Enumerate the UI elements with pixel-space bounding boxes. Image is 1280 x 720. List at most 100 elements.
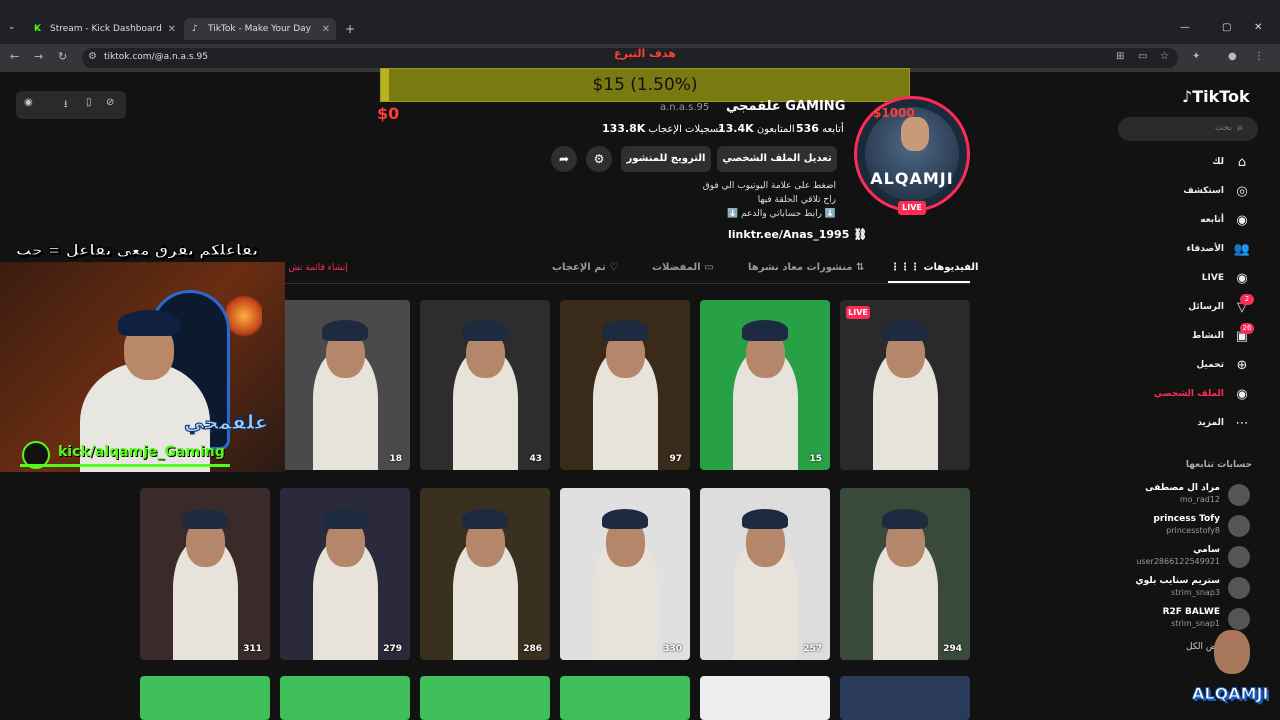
- download-icon[interactable]: ⭳: [64, 97, 68, 114]
- more-icon: ⋯: [1235, 416, 1249, 431]
- profile-link[interactable]: linktr.ee/Anas_1995 ⛓: [728, 228, 867, 241]
- close-window-icon[interactable]: ✕: [1254, 22, 1262, 33]
- bookmark-star-icon[interactable]: ☆: [1160, 51, 1169, 62]
- edit-profile-button[interactable]: تعديل الملف الشخصي: [717, 146, 837, 172]
- following-account[interactable]: مراد ال مصطفى mo_rad12: [1100, 482, 1254, 510]
- stat-label: المتابعون: [756, 124, 795, 135]
- sidebar-item-3[interactable]: الأصدقاء 👥: [1120, 239, 1256, 263]
- new-tab-button[interactable]: +: [345, 22, 355, 36]
- account-handle: strim_snap3: [1171, 588, 1220, 597]
- video-thumbnail[interactable]: [700, 676, 830, 720]
- create-playlist-button[interactable]: + إنشاء قائمة تش: [278, 263, 348, 273]
- video-thumbnail[interactable]: 15: [700, 300, 830, 470]
- video-thumbnail[interactable]: 257: [700, 488, 830, 660]
- profile-icon[interactable]: ●: [1228, 51, 1237, 62]
- translate-icon[interactable]: ⊞: [1116, 51, 1124, 62]
- following-account[interactable]: princess Tofy princesstofy8: [1100, 513, 1254, 541]
- brand-watermark: ALQAMJI: [1190, 630, 1270, 714]
- video-thumbnail[interactable]: 330: [560, 488, 690, 660]
- video-thumbnail[interactable]: 18: [280, 300, 410, 470]
- back-icon[interactable]: ←: [10, 50, 19, 63]
- sidebar-item-1[interactable]: استكشف ◎: [1120, 181, 1256, 205]
- sidebar-item-8[interactable]: الملف الشخصي ◉: [1120, 384, 1256, 408]
- video-thumbnail[interactable]: [560, 676, 690, 720]
- video-thumbnail[interactable]: 311: [140, 488, 270, 660]
- tab-videos[interactable]: ⋮⋮⋮ الفيديوهات: [890, 262, 978, 273]
- sidebar-item-2[interactable]: أتابعه ◉: [1120, 210, 1256, 234]
- close-tab-icon[interactable]: ✕: [322, 24, 330, 35]
- video-thumbnail[interactable]: LIVE: [840, 300, 970, 470]
- active-tab-underline: [888, 281, 970, 283]
- tab-favorites[interactable]: المفضلات ▭: [652, 262, 714, 273]
- settings-icon[interactable]: ⚙: [586, 146, 612, 172]
- extension-toolbar: ◉ ⭳ ▯ ⊘: [16, 91, 126, 119]
- forward-icon[interactable]: →: [34, 50, 43, 63]
- minimize-icon[interactable]: —: [1180, 22, 1190, 33]
- sidebar-item-label: تحميل: [1196, 360, 1224, 370]
- sidebar-item-5[interactable]: الرسائل ▽ 2: [1120, 294, 1256, 321]
- video-thumbnail[interactable]: [840, 676, 970, 720]
- close-tab-icon[interactable]: ✕: [168, 24, 176, 35]
- sidebar-item-4[interactable]: LIVE ◉: [1120, 268, 1256, 292]
- browser-tab-kick[interactable]: K Stream - Kick Dashboard ✕: [26, 18, 182, 40]
- sidebar-item-label: النشاط: [1191, 331, 1224, 341]
- profile-username: a.n.a.s.95: [660, 102, 710, 113]
- video-thumbnail[interactable]: 43: [420, 300, 550, 470]
- stat-following[interactable]: 536 أتابعه: [796, 122, 844, 135]
- sidebar-item-7[interactable]: تحميل ⊕: [1120, 355, 1256, 379]
- avatar-live-badge: LIVE: [898, 201, 926, 215]
- donation-goal-target: $1000: [873, 106, 915, 120]
- home-icon: ⌂: [1237, 155, 1247, 170]
- browser-tab-tiktok[interactable]: ♪ TikTok - Make Your Day ✕: [184, 18, 336, 40]
- tiktok-favicon-icon: ♪: [192, 24, 198, 34]
- live-icon: ◉: [1236, 271, 1248, 286]
- view-count: 257: [803, 644, 822, 654]
- thumbnail-cap: [881, 508, 929, 530]
- extensions-icon[interactable]: ✦: [1192, 51, 1200, 62]
- compass-icon[interactable]: ⊘: [106, 97, 114, 108]
- tab-reposts[interactable]: منشورات معاد نشرها ⇅: [748, 262, 864, 273]
- logo-text: TikTok: [1192, 87, 1250, 106]
- cast-icon[interactable]: ▭: [1138, 51, 1147, 62]
- sidebar-item-0[interactable]: لك ⌂: [1120, 152, 1256, 176]
- notification-badge: 26: [1240, 323, 1254, 334]
- tiktok-logo[interactable]: ♪TikTok: [1182, 87, 1250, 106]
- browser-menu-icon[interactable]: ⋮: [1254, 51, 1264, 62]
- thumbnail-cap: [741, 508, 789, 530]
- stat-followers[interactable]: 13.4K المتابعون: [718, 122, 795, 135]
- donation-goal-bar: $15 (1.50%): [380, 68, 910, 102]
- mobile-icon[interactable]: ▯: [86, 97, 92, 108]
- thumbnail-cap: [461, 320, 509, 341]
- video-thumbnail[interactable]: [420, 676, 550, 720]
- extension-logo-icon[interactable]: ◉: [24, 97, 33, 108]
- stat-label: أتابعه: [822, 124, 844, 135]
- tab-search-icon[interactable]: ⌄: [8, 22, 16, 32]
- video-thumbnail[interactable]: 279: [280, 488, 410, 660]
- share-icon[interactable]: ➦: [551, 146, 577, 172]
- tiktok-logo-icon: ♪: [1182, 87, 1193, 106]
- tab-liked[interactable]: تم الإعجاب ♡: [552, 262, 618, 273]
- streamer-webcam: علقمجي: [0, 262, 285, 472]
- video-thumbnail[interactable]: 294: [840, 488, 970, 660]
- sidebar-item-6[interactable]: النشاط ▣ 26: [1120, 323, 1256, 350]
- kick-underline: [20, 464, 230, 467]
- search-icon[interactable]: ⌕: [1237, 121, 1243, 135]
- reload-icon[interactable]: ↻: [58, 50, 67, 63]
- video-thumbnail[interactable]: 286: [420, 488, 550, 660]
- donation-goal-amount: $15 (1.50%): [592, 75, 698, 95]
- promote-post-button[interactable]: الترويج للمنشور: [621, 146, 711, 172]
- following-account[interactable]: ستريم سنايب بلوي strim_snap3: [1100, 575, 1254, 603]
- account-handle: princesstofy8: [1166, 526, 1220, 535]
- tabs-divider: [280, 283, 970, 284]
- video-thumbnail[interactable]: [280, 676, 410, 720]
- video-thumbnail[interactable]: [140, 676, 270, 720]
- maximize-icon[interactable]: ▢: [1222, 22, 1231, 33]
- link-icon: ⛓: [853, 228, 868, 241]
- tab-title: Stream - Kick Dashboard: [50, 24, 162, 34]
- sidebar-item-9[interactable]: المزيد ⋯: [1120, 413, 1256, 437]
- bio-line: راح تلاقي الحلقة فيها: [757, 195, 836, 205]
- following-account[interactable]: سامي user2866122549921: [1100, 544, 1254, 572]
- video-thumbnail[interactable]: 97: [560, 300, 690, 470]
- site-info-icon[interactable]: ⚙: [88, 51, 97, 62]
- notification-badge: 2: [1240, 294, 1254, 305]
